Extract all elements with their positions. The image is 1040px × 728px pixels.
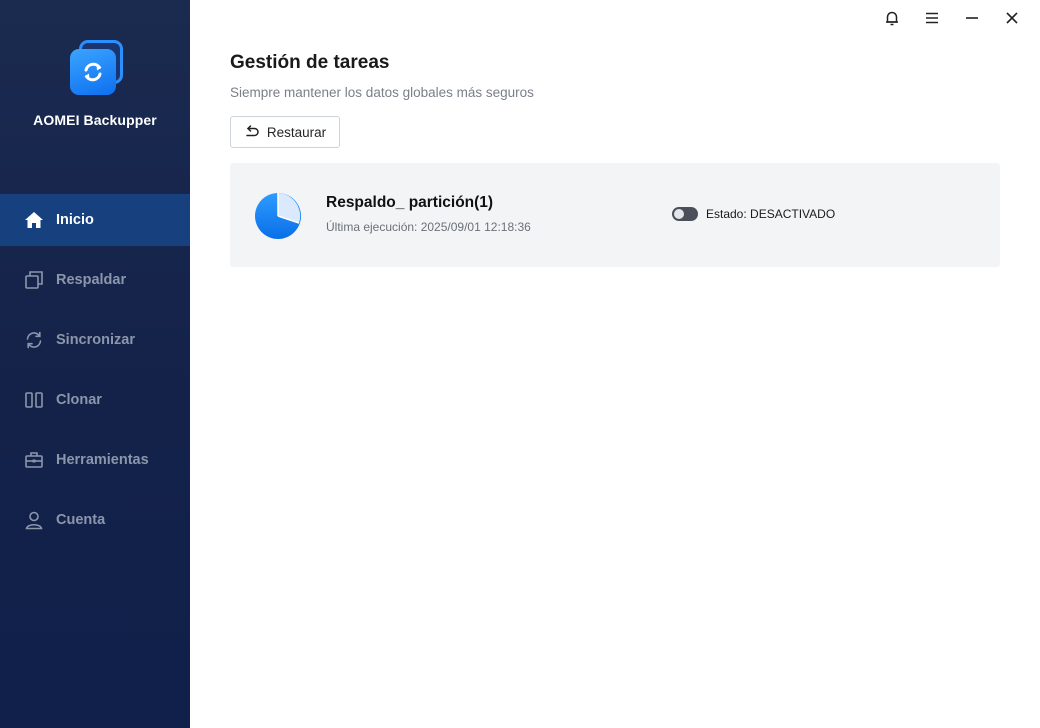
sidebar-item-label: Inicio [56,212,94,228]
minimize-button[interactable] [952,10,992,30]
sidebar-item-cuenta[interactable]: Cuenta [0,494,190,546]
undo-icon [244,125,260,139]
app-name: AOMEI Backupper [33,112,157,128]
sidebar-item-label: Cuenta [56,512,106,528]
task-status-label: Estado: DESACTIVADO [706,207,836,221]
task-status: Estado: DESACTIVADO [672,207,835,221]
sidebar-item-label: Sincronizar [56,332,135,348]
close-button[interactable] [992,10,1032,30]
bell-icon [884,10,900,31]
minimize-icon [964,10,980,31]
task-toggle[interactable] [672,207,698,221]
notifications-button[interactable] [872,10,912,30]
aomei-logo-icon [65,38,125,98]
toolbox-icon [24,450,44,470]
home-icon [24,210,44,230]
sidebar-item-label: Respaldar [56,272,127,288]
window-controls [872,10,1032,30]
main-content: Gestión de tareas Siempre mantener los d… [190,0,1040,728]
menu-icon [924,10,940,31]
sidebar-item-herramientas[interactable]: Herramientas [0,434,190,486]
page-subtitle: Siempre mantener los datos globales más … [230,85,534,100]
sidebar-item-inicio[interactable]: Inicio [0,194,190,246]
sidebar-item-sincronizar[interactable]: Sincronizar [0,314,190,366]
sidebar: AOMEI Backupper Inicio Respaldar Sincron… [0,0,190,728]
task-name: Respaldo_ partición(1) [326,194,494,211]
app-logo: AOMEI Backupper [0,38,190,128]
page-title: Gestión de tareas [230,52,390,73]
sidebar-nav: Inicio Respaldar Sincronizar Clonar Herr… [0,194,190,554]
task-last-run: Última ejecución: 2025/09/01 12:18:36 [326,220,531,234]
task-card[interactable]: Respaldo_ partición(1) Última ejecución:… [230,163,1000,267]
sidebar-item-respaldar[interactable]: Respaldar [0,254,190,306]
clone-icon [24,390,44,410]
task-progress-pie-icon [254,192,302,240]
close-icon [1004,10,1020,31]
main-menu-button[interactable] [912,10,952,30]
backup-icon [24,270,44,290]
sidebar-item-label: Clonar [56,392,102,408]
user-icon [24,510,44,530]
restore-button[interactable]: Restaurar [230,116,340,148]
sidebar-item-clonar[interactable]: Clonar [0,374,190,426]
sidebar-item-label: Herramientas [56,452,149,468]
restore-button-label: Restaurar [266,124,327,140]
sync-icon [24,330,44,350]
